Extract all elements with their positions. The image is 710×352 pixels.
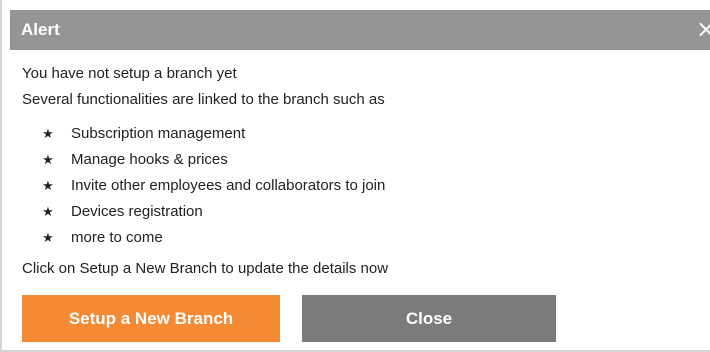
feature-label: Invite other employees and collaborators… [71, 177, 386, 194]
star-bullet-icon: ★ [42, 230, 54, 245]
star-bullet-icon: ★ [42, 204, 54, 219]
dialog-title: Alert [21, 20, 60, 39]
star-bullet-icon: ★ [42, 152, 54, 167]
feature-label: more to come [71, 229, 163, 246]
feature-label: Devices registration [71, 203, 203, 220]
message-functionalities: Several functionalities are linked to th… [22, 91, 385, 108]
message-instruction: Click on Setup a New Branch to update th… [22, 260, 389, 277]
close-icon[interactable]: × [696, 15, 710, 43]
alert-dialog: Alert × You have not setup a branch yet … [0, 0, 710, 352]
message-not-setup: You have not setup a branch yet [22, 65, 237, 82]
close-button[interactable]: Close [302, 295, 556, 342]
setup-new-branch-button[interactable]: Setup a New Branch [22, 295, 280, 342]
star-bullet-icon: ★ [42, 178, 54, 193]
feature-label: Subscription management [71, 125, 246, 142]
feature-label: Manage hooks & prices [71, 151, 228, 168]
star-bullet-icon: ★ [42, 126, 54, 141]
dialog-titlebar: Alert × [10, 10, 710, 50]
